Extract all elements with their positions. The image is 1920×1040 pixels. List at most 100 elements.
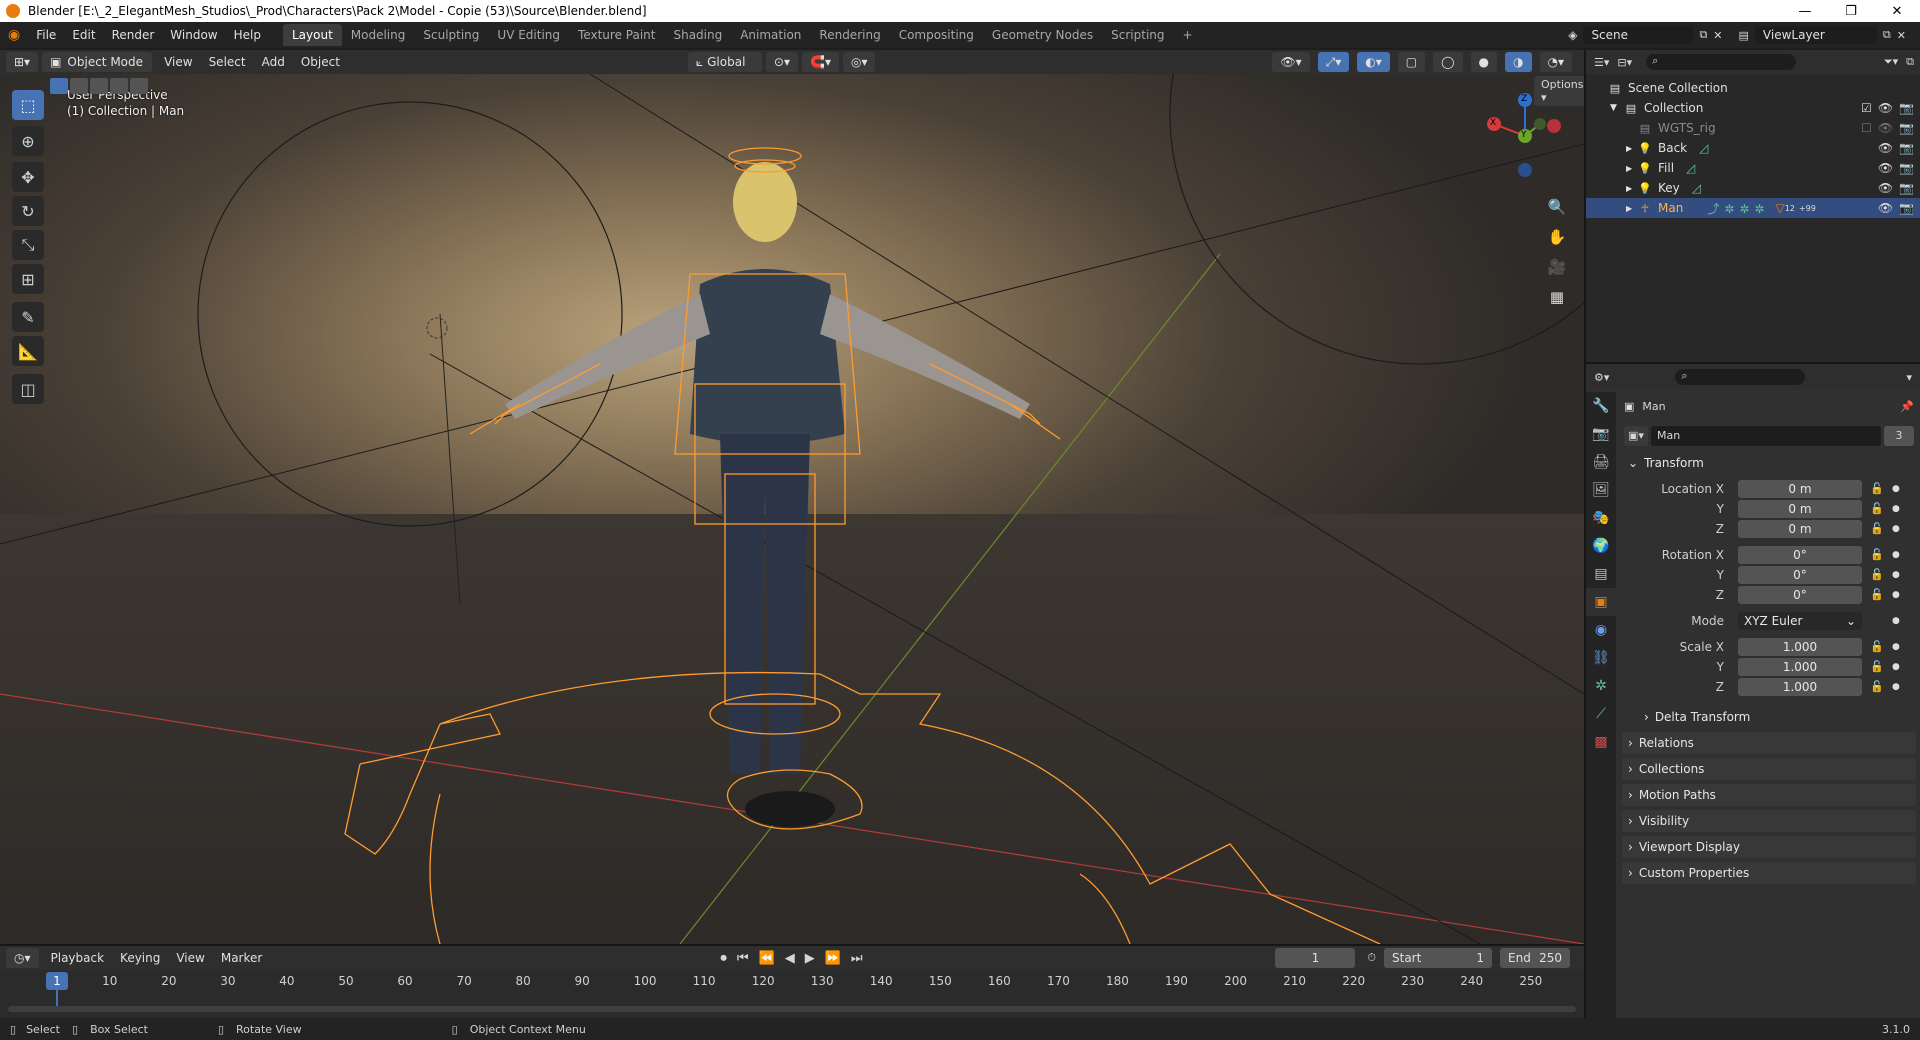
new-collection-icon[interactable]: ⧉: [1906, 55, 1920, 69]
new-view-layer-icon[interactable]: ⧉: [1883, 28, 1891, 42]
datablock-name-field[interactable]: Man: [1651, 426, 1881, 446]
world-tab-icon[interactable]: 🌍: [1586, 532, 1616, 560]
output-tab-icon[interactable]: 🖨: [1586, 448, 1616, 476]
next-keyframe-icon[interactable]: ⏩: [825, 951, 841, 966]
view-layer-icon[interactable]: ▤: [1739, 29, 1749, 42]
lock-icon[interactable]: 🔓: [1870, 568, 1884, 581]
rotation-x-field[interactable]: 0°: [1738, 546, 1862, 564]
pivot-icon[interactable]: ⊙▾: [765, 52, 798, 72]
light-data-icon[interactable]: ◿: [1699, 141, 1708, 155]
overlay-toggle-icon[interactable]: ◐▾: [1357, 52, 1390, 72]
custom-properties-panel-header[interactable]: › Custom Properties: [1622, 862, 1916, 884]
keyframe-dot-icon[interactable]: ●: [1892, 590, 1900, 600]
add-workspace-button[interactable]: +: [1174, 24, 1202, 46]
menu-keying[interactable]: Keying: [112, 951, 168, 965]
tab-shading[interactable]: Shading: [664, 24, 731, 46]
tab-uv-editing[interactable]: UV Editing: [488, 24, 569, 46]
outliner-row-collection[interactable]: ▼ ▤ Collection ☑ 👁 📷: [1586, 98, 1920, 118]
view-layer-selector[interactable]: ViewLayer: [1754, 26, 1877, 44]
lock-icon[interactable]: 🔓: [1870, 588, 1884, 601]
tab-animation[interactable]: Animation: [731, 24, 810, 46]
move-tool-icon[interactable]: ✥: [12, 162, 44, 192]
play-icon[interactable]: ▶: [805, 951, 815, 966]
render-camera-icon[interactable]: 📷: [1899, 101, 1914, 115]
timeline-editor-icon[interactable]: ◷▾: [6, 948, 39, 968]
character-head[interactable]: [733, 162, 797, 242]
render-camera-icon[interactable]: 📷: [1899, 201, 1914, 215]
scene-selector[interactable]: Scene: [1583, 26, 1694, 44]
eye-icon[interactable]: 👁: [1878, 181, 1893, 195]
maximize-button[interactable]: ❐: [1828, 4, 1874, 19]
outliner-row-wgts-rig[interactable]: ▤ WGTS_rig ☐ 👁 📷: [1586, 118, 1920, 138]
render-tab-icon[interactable]: 📷: [1586, 420, 1616, 448]
tab-texture-paint[interactable]: Texture Paint: [569, 24, 664, 46]
tab-compositing[interactable]: Compositing: [890, 24, 983, 46]
eye-icon[interactable]: 👁: [1878, 121, 1893, 135]
transform-panel-header[interactable]: ⌄ Transform: [1622, 452, 1916, 474]
add-cube-tool-icon[interactable]: ◫: [12, 374, 44, 404]
tab-sculpting[interactable]: Sculpting: [414, 24, 488, 46]
constraints-tab-icon[interactable]: ⛓: [1586, 644, 1616, 672]
outliner-editor-icon[interactable]: ☰▾: [1594, 56, 1609, 69]
pan-hand-icon[interactable]: ✋: [1544, 224, 1570, 250]
datablock-type-icon[interactable]: ▣▾: [1624, 426, 1648, 446]
scene-icon[interactable]: ◈: [1568, 28, 1577, 42]
lock-icon[interactable]: 🔓: [1870, 502, 1884, 515]
modifier-icon[interactable]: ▽: [1775, 201, 1784, 215]
select-box-tool-icon[interactable]: ⬚: [12, 90, 44, 120]
cursor-tool-icon[interactable]: ⊕: [12, 126, 44, 156]
zoom-icon[interactable]: 🔍: [1544, 194, 1570, 220]
xray-icon[interactable]: ▢: [1397, 52, 1426, 72]
scene-tab-icon[interactable]: 🎭: [1586, 504, 1616, 532]
properties-editor-icon[interactable]: ⚙▾: [1594, 371, 1609, 384]
keyframe-dot-icon[interactable]: ●: [1892, 662, 1900, 672]
playhead-frame[interactable]: 1: [46, 972, 68, 990]
rendered-shading-icon[interactable]: ◔▾: [1539, 52, 1572, 72]
relations-panel-header[interactable]: › Relations: [1622, 732, 1916, 754]
menu-select[interactable]: Select: [201, 55, 254, 69]
scale-z-field[interactable]: 1.000: [1738, 678, 1862, 696]
tab-modeling[interactable]: Modeling: [342, 24, 415, 46]
character-vest[interactable]: [690, 269, 845, 444]
select-invert-icon[interactable]: [110, 78, 128, 94]
tab-rendering[interactable]: Rendering: [810, 24, 889, 46]
armature-data-tab-icon[interactable]: ✲: [1586, 672, 1616, 700]
lock-icon[interactable]: 🔓: [1870, 660, 1884, 673]
render-camera-icon[interactable]: 📷: [1899, 121, 1914, 135]
render-camera-icon[interactable]: 📷: [1899, 181, 1914, 195]
record-icon[interactable]: ⏺: [720, 951, 727, 966]
keyframe-dot-icon[interactable]: ●: [1892, 550, 1900, 560]
wireframe-shading-icon[interactable]: ◯: [1433, 52, 1463, 72]
visibility-icon[interactable]: 👁▾: [1272, 52, 1310, 72]
camera-view-icon[interactable]: 🎥: [1544, 254, 1570, 280]
tab-scripting[interactable]: Scripting: [1102, 24, 1173, 46]
select-extend-icon[interactable]: [70, 78, 88, 94]
render-camera-icon[interactable]: 📷: [1899, 161, 1914, 175]
location-x-field[interactable]: 0 m: [1738, 480, 1862, 498]
filter-icon[interactable]: ⏷▾: [1884, 55, 1898, 69]
rotation-y-field[interactable]: 0°: [1738, 566, 1862, 584]
keyframe-dot-icon[interactable]: ●: [1892, 616, 1900, 626]
location-z-field[interactable]: 0 m: [1738, 520, 1862, 538]
light-data-icon[interactable]: ◿: [1692, 181, 1701, 195]
datablock-users-count[interactable]: 3: [1884, 426, 1914, 446]
lock-icon[interactable]: 🔓: [1870, 548, 1884, 561]
start-frame-field[interactable]: Start 1: [1384, 948, 1492, 968]
select-intersect-icon[interactable]: [130, 78, 148, 94]
jump-end-icon[interactable]: ⏭: [851, 951, 863, 966]
lock-icon[interactable]: 🔓: [1870, 680, 1884, 693]
eye-icon[interactable]: 👁: [1878, 201, 1893, 215]
rotation-z-field[interactable]: 0°: [1738, 586, 1862, 604]
render-camera-icon[interactable]: 📷: [1899, 141, 1914, 155]
transform-tool-icon[interactable]: ⊞: [12, 264, 44, 294]
select-new-icon[interactable]: [50, 78, 68, 94]
menu-add[interactable]: Add: [254, 55, 293, 69]
eye-icon[interactable]: 👁: [1878, 141, 1893, 155]
eye-icon[interactable]: 👁: [1878, 161, 1893, 175]
solid-shading-icon[interactable]: ●: [1470, 52, 1498, 72]
lock-icon[interactable]: 🔓: [1870, 482, 1884, 495]
scale-x-field[interactable]: 1.000: [1738, 638, 1862, 656]
gizmo-toggle-icon[interactable]: ⤢▾: [1317, 52, 1350, 72]
collection-tab-icon[interactable]: ▤: [1586, 560, 1616, 588]
3d-viewport[interactable]: User Perspective (1) Collection | Man ⬚ …: [0, 74, 1584, 944]
